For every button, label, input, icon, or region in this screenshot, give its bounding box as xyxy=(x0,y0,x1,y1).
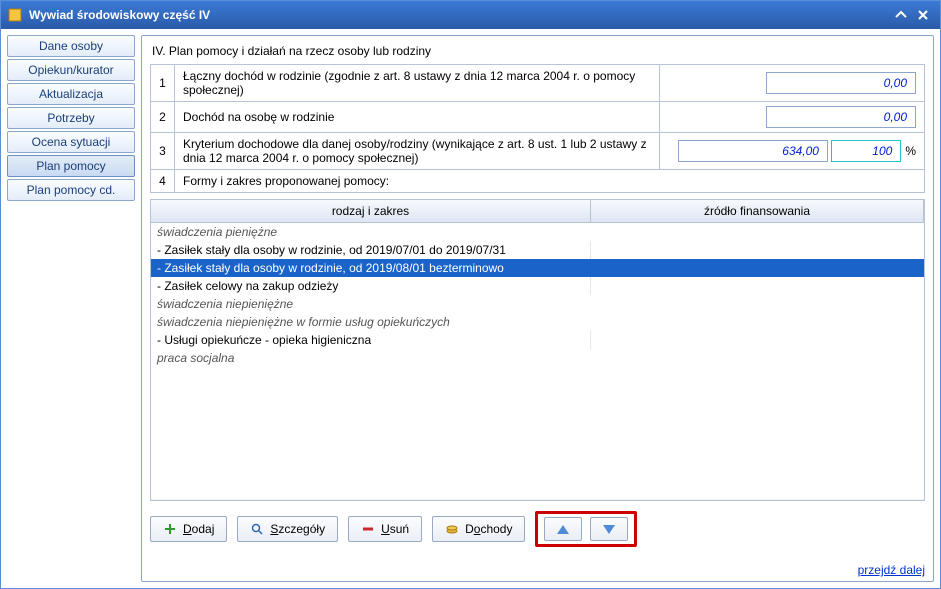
row2-value[interactable]: 0,00 xyxy=(766,106,916,128)
triangle-up-icon xyxy=(557,525,569,534)
move-up-button[interactable] xyxy=(544,517,582,541)
triangle-down-icon xyxy=(603,525,615,534)
row1-value[interactable]: 0,00 xyxy=(766,72,916,94)
list-item[interactable]: - Usługi opiekuńcze - opieka higieniczna xyxy=(151,331,924,349)
list-header: rodzaj i zakres źródło finansowania xyxy=(151,200,924,223)
coins-icon xyxy=(445,522,459,536)
toolbar: Dodaj Szczegóły Usuń xyxy=(150,511,925,547)
grid-row-2: 2 Dochód na osobę w rodzinie 0,00 xyxy=(151,102,925,133)
list-item[interactable]: - Zasiłek celowy na zakup odzieży xyxy=(151,277,924,295)
window: Wywiad środowiskowy część IV Dane osoby … xyxy=(0,0,941,589)
details-button[interactable]: Szczegóły xyxy=(237,516,338,542)
next-link[interactable]: przejdź dalej xyxy=(858,563,925,577)
col-zrodlo-finansowania[interactable]: źródło finansowania xyxy=(591,200,924,222)
list-group: świadczenia niepieniężne w formie usług … xyxy=(151,313,924,331)
nav-plan-pomocy-cd[interactable]: Plan pomocy cd. xyxy=(7,179,135,201)
add-button[interactable]: Dodaj xyxy=(150,516,227,542)
collapse-button[interactable] xyxy=(890,5,912,25)
nav-potrzeby[interactable]: Potrzeby xyxy=(7,107,135,129)
nav-ocena-sytuacji[interactable]: Ocena sytuacji xyxy=(7,131,135,153)
list-item[interactable]: - Zasiłek stały dla osoby w rodzinie, od… xyxy=(151,241,924,259)
row2-num: 2 xyxy=(151,102,175,133)
row3-percent[interactable]: 100 xyxy=(831,140,901,162)
list-body: świadczenia pieniężne - Zasiłek stały dl… xyxy=(151,223,924,499)
row2-label: Dochód na osobę w rodzinie xyxy=(175,102,660,133)
move-down-button[interactable] xyxy=(590,517,628,541)
main-panel: IV. Plan pomocy i działań na rzecz osoby… xyxy=(141,35,934,582)
nav-aktualizacja[interactable]: Aktualizacja xyxy=(7,83,135,105)
list-group: świadczenia pieniężne xyxy=(151,223,924,241)
row4-num: 4 xyxy=(151,170,175,193)
list-group: świadczenia niepieniężne xyxy=(151,295,924,313)
grid-row-4: 4 Formy i zakres proponowanej pomocy: xyxy=(151,170,925,193)
grid-row-3: 3 Kryterium dochodowe dla danej osoby/ro… xyxy=(151,133,925,170)
percent-suffix: % xyxy=(905,144,916,158)
titlebar: Wywiad środowiskowy część IV xyxy=(1,1,940,29)
nav-opiekun-kurator[interactable]: Opiekun/kurator xyxy=(7,59,135,81)
assistance-list: rodzaj i zakres źródło finansowania świa… xyxy=(150,199,925,501)
close-button[interactable] xyxy=(912,5,934,25)
nav-plan-pomocy[interactable]: Plan pomocy xyxy=(7,155,135,177)
sidebar: Dane osoby Opiekun/kurator Aktualizacja … xyxy=(7,35,135,582)
magnifier-icon xyxy=(250,522,264,536)
list-item[interactable]: - Zasiłek stały dla osoby w rodzinie, od… xyxy=(151,259,924,277)
reorder-group-highlight xyxy=(535,511,637,547)
section-title: IV. Plan pomocy i działań na rzecz osoby… xyxy=(150,42,925,64)
minus-icon xyxy=(361,522,375,536)
row3-num: 3 xyxy=(151,133,175,170)
col-rodzaj-zakres[interactable]: rodzaj i zakres xyxy=(151,200,591,222)
plus-icon xyxy=(163,522,177,536)
grid-row-1: 1 Łączny dochód w rodzinie (zgodnie z ar… xyxy=(151,65,925,102)
row4-label: Formy i zakres proponowanej pomocy: xyxy=(175,170,925,193)
window-title: Wywiad środowiskowy część IV xyxy=(29,8,210,22)
window-body: Dane osoby Opiekun/kurator Aktualizacja … xyxy=(1,29,940,588)
income-button[interactable]: Dochody xyxy=(432,516,525,542)
row1-label: Łączny dochód w rodzinie (zgodnie z art.… xyxy=(175,65,660,102)
app-icon xyxy=(7,7,23,23)
delete-button[interactable]: Usuń xyxy=(348,516,422,542)
row1-num: 1 xyxy=(151,65,175,102)
list-group: praca socjalna xyxy=(151,349,924,367)
nav-dane-osoby[interactable]: Dane osoby xyxy=(7,35,135,57)
row3-value[interactable]: 634,00 xyxy=(678,140,828,162)
income-grid: 1 Łączny dochód w rodzinie (zgodnie z ar… xyxy=(150,64,925,193)
row3-label: Kryterium dochodowe dla danej osoby/rodz… xyxy=(175,133,660,170)
